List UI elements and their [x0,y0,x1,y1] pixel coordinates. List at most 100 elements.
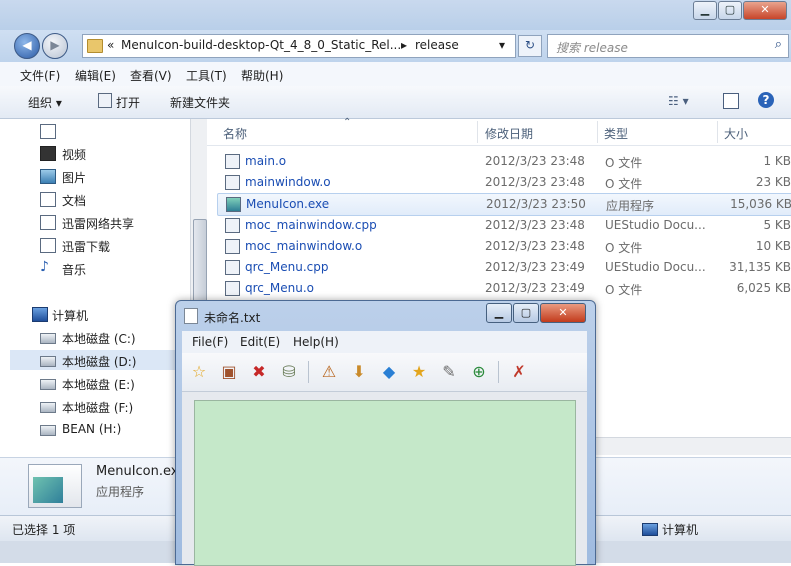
nav-item-xunlei-download[interactable]: 迅雷下载 [10,235,190,255]
search-placeholder: 搜索 release [556,41,628,55]
column-divider[interactable] [477,121,478,143]
menu-tools[interactable]: 工具(T) [186,67,227,84]
text-editor-window: 未命名.txt ▁ ▢ ✕ File(F) Edit(E) Help(H) ☆ … [175,300,596,566]
nav-item-computer[interactable]: 计算机 [10,304,190,324]
document-icon [40,124,56,139]
new-folder-button[interactable]: 新建文件夹 [170,94,230,111]
details-file-type: 应用程序 [96,485,145,499]
nav-item-drive-d[interactable]: 本地磁盘 (D:) [10,350,190,370]
file-name: qrc_Menu.o [245,281,314,295]
forward-button[interactable]: ▶ [42,33,68,59]
table-row[interactable]: moc_mainwindow.cpp 2012/3/23 23:48 UEStu… [217,215,791,236]
document-icon [184,308,198,324]
column-header-name[interactable]: 名称 [223,125,247,142]
nav-item-pictures[interactable]: 图片 [10,166,190,186]
search-input[interactable]: 搜索 release ⌕ [547,34,789,58]
explorer-titlebar: ▁ ▢ ✕ [0,0,791,30]
computer-icon [642,523,658,536]
table-row[interactable]: main.o 2012/3/23 23:48 O 文件 1 KB [217,151,791,172]
menu-help[interactable]: Help(H) [293,335,339,349]
table-row[interactable]: qrc_Menu.cpp 2012/3/23 23:49 UEStudio Do… [217,257,791,278]
nav-item-documents[interactable]: 文档 [10,189,190,209]
maximize-button[interactable]: ▢ [513,303,539,323]
nav-item-drive-f[interactable]: 本地磁盘 (F:) [10,396,190,416]
address-field[interactable]: « MenuIcon-build-desktop-Qt_4_8_0_Static… [82,34,516,58]
address-chevron: « [107,38,115,52]
database-down-icon[interactable]: ⛁ [278,361,300,383]
erase-icon[interactable]: ✗ [508,361,530,383]
close-button[interactable]: ✕ [540,303,586,323]
column-header-size[interactable]: 大小 [724,125,748,142]
nav-item-drive-e[interactable]: 本地磁盘 (E:) [10,373,190,393]
preview-pane-icon[interactable] [723,93,739,109]
box-warning-icon[interactable]: ⚠ [318,361,340,383]
address-dropdown-icon[interactable]: ▾ [499,38,505,52]
open-button[interactable]: 打开 [116,94,140,111]
edit-note-icon[interactable]: ✎ [438,361,460,383]
zoom-add-icon[interactable]: ⊕ [468,361,490,383]
column-divider[interactable] [597,121,598,143]
maximize-button[interactable]: ▢ [718,1,742,20]
menu-file[interactable]: File(F) [192,335,228,349]
organize-button[interactable]: 组织 ▾ [28,94,62,111]
file-icon [225,218,240,233]
menu-edit[interactable]: 编辑(E) [75,67,116,84]
nav-item-xunlei-share[interactable]: 迅雷网络共享 [10,212,190,232]
sort-arrow-icon: ⌃ [343,117,352,128]
file-size: 5 KB [763,218,791,232]
view-options-icon[interactable]: ☷ ▾ [668,94,689,108]
menu-file[interactable]: 文件(F) [20,67,60,84]
file-date: 2012/3/23 23:48 [485,154,585,168]
nav-item-drive-c[interactable]: 本地磁盘 (C:) [10,327,190,347]
table-row[interactable]: moc_mainwindow.o 2012/3/23 23:48 O 文件 10… [217,236,791,257]
file-name: qrc_Menu.cpp [245,260,329,274]
file-name: MenuIcon.exe [246,197,330,211]
app-icon [226,197,241,212]
nav-item-unknown[interactable] [10,121,190,141]
help-icon[interactable]: ? [758,92,774,108]
back-button[interactable]: ◀ [14,33,40,59]
file-type: 应用程序 [606,199,655,213]
menu-help[interactable]: 帮助(H) [241,67,283,84]
column-divider[interactable] [717,121,718,143]
minimize-button[interactable]: ▁ [693,1,717,20]
text-edit-area[interactable] [194,400,576,566]
drive-icon [40,356,56,367]
minimize-button[interactable]: ▁ [486,303,512,323]
nav-item-music[interactable]: ♪ 音乐 [10,258,190,278]
toolbar-separator [308,361,309,383]
box-icon[interactable]: ▣ [218,361,240,383]
menu-edit[interactable]: Edit(E) [240,335,280,349]
nav-item-label: 本地磁盘 (E:) [62,378,135,392]
table-row[interactable]: qrc_Menu.o 2012/3/23 23:49 O 文件 6,025 KB [217,278,791,299]
address-segment-release[interactable]: release [415,38,459,52]
star-icon[interactable]: ☆ [188,361,210,383]
shapes-icon[interactable]: ◆ [378,361,400,383]
delete-icon[interactable]: ✖ [248,361,270,383]
file-name: moc_mainwindow.cpp [245,218,377,232]
nav-item-drive-h[interactable]: BEAN (H:) [10,419,190,439]
nav-item-label: 音乐 [62,263,87,277]
details-file-name: MenuIcon.ex [96,464,179,479]
file-type: UEStudio Docu... [605,260,706,274]
search-icon[interactable]: ⌕ [775,37,782,52]
window-title: 未命名.txt [204,311,261,325]
box-down-icon[interactable]: ⬇ [348,361,370,383]
open-icon [98,93,112,108]
close-button[interactable]: ✕ [743,1,787,20]
menu-view[interactable]: 查看(V) [130,67,172,84]
file-icon [225,239,240,254]
file-date: 2012/3/23 23:48 [485,239,585,253]
address-arrow[interactable]: ▸ [401,38,407,52]
refresh-button[interactable]: ↻ [518,35,542,57]
nav-item-videos[interactable]: 视频 [10,143,190,163]
table-row-selected[interactable]: MenuIcon.exe 2012/3/23 23:50 应用程序 15,036… [217,193,791,216]
nav-item-label: 本地磁盘 (C:) [62,332,136,346]
address-segment-path[interactable]: MenuIcon-build-desktop-Qt_4_8_0_Static_R… [121,38,401,52]
star-icon[interactable]: ★ [408,361,430,383]
column-header-date[interactable]: 修改日期 [485,125,533,142]
file-size: 15,036 KB [730,197,791,211]
file-size: 23 KB [755,175,791,189]
column-header-type[interactable]: 类型 [604,125,628,142]
table-row[interactable]: mainwindow.o 2012/3/23 23:48 O 文件 23 KB [217,172,791,193]
